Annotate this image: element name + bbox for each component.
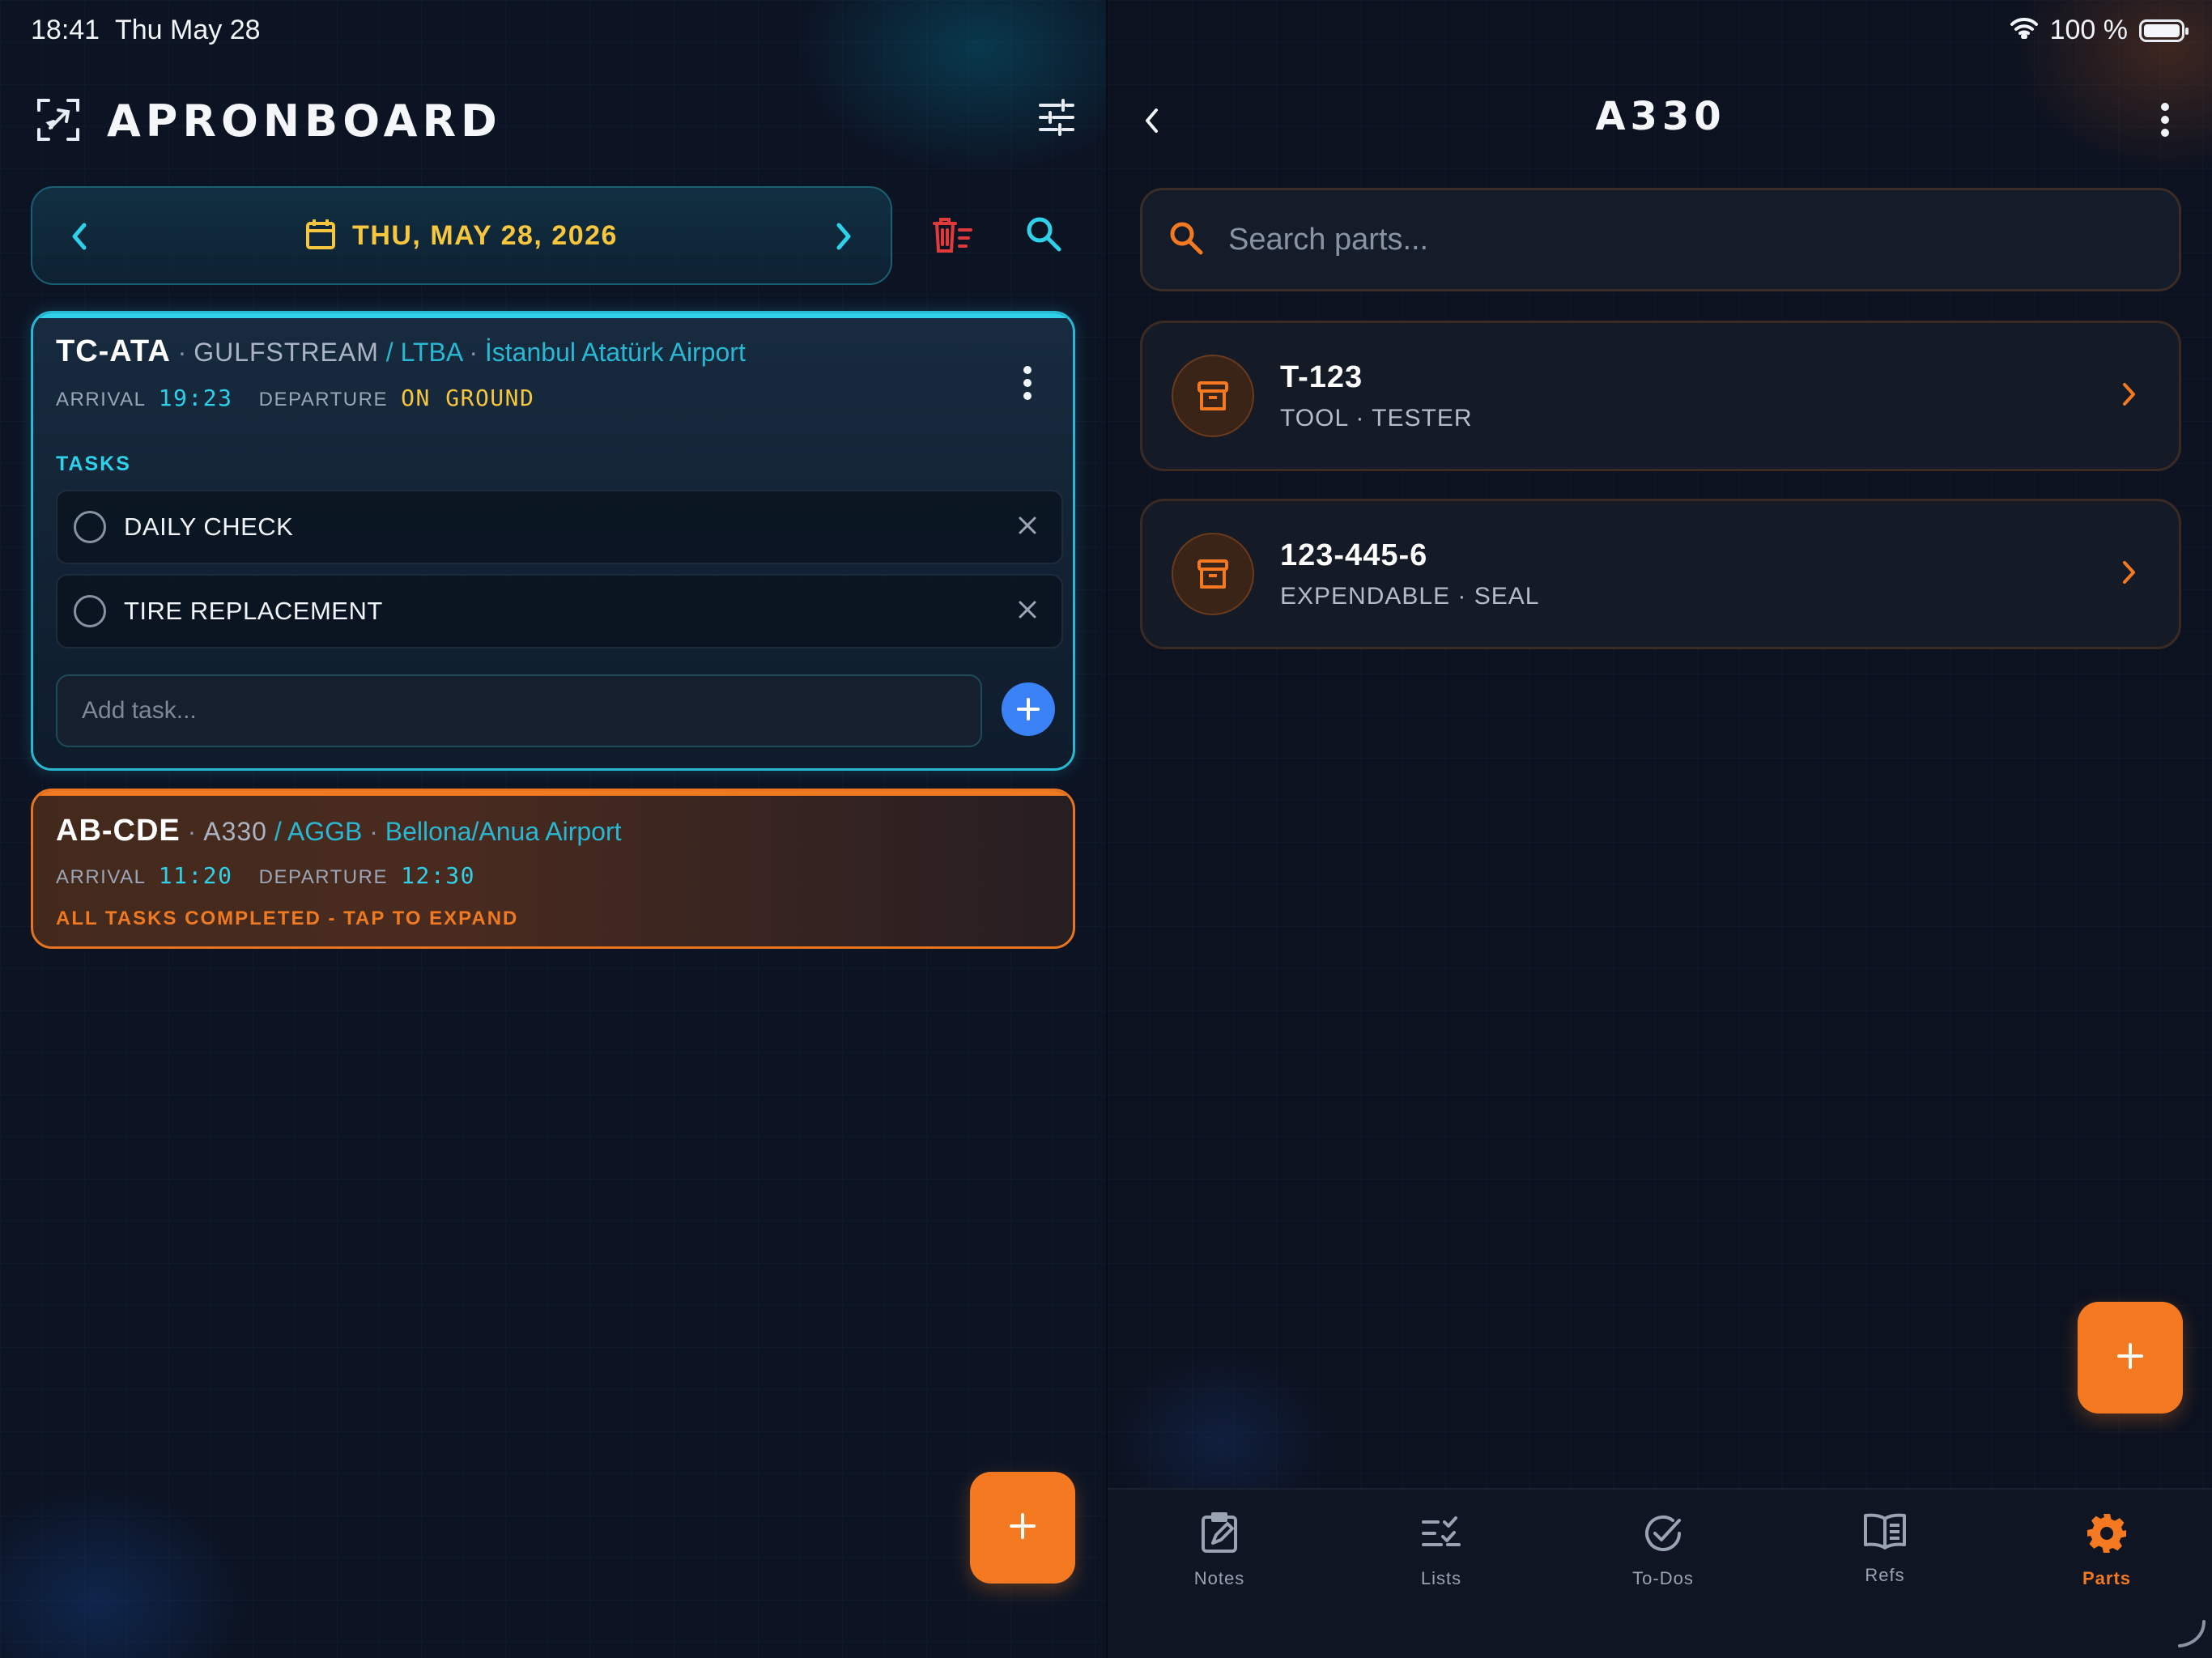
flight-registration: AB-CDE <box>56 814 181 848</box>
departure-time: 12:30 <box>401 862 475 889</box>
part-row[interactable]: 123-445-6 EXPENDABLE · SEAL <box>1140 499 2181 649</box>
tab-parts[interactable]: Parts <box>2034 1512 2180 1589</box>
lists-icon <box>1420 1516 1462 1558</box>
add-flight-button[interactable] <box>970 1472 1075 1584</box>
part-category: TOOL <box>1280 404 1349 432</box>
prev-date-chevron-icon[interactable] <box>68 220 91 257</box>
aircraft-title: A330 <box>1595 94 1726 139</box>
tab-todos[interactable]: To-Dos <box>1590 1512 1736 1589</box>
tab-label: To-Dos <box>1632 1568 1694 1588</box>
part-row[interactable]: T-123 TOOL · TESTER <box>1140 321 2181 471</box>
task-row: DAILY CHECK <box>56 490 1063 564</box>
gear-icon <box>2086 1514 2128 1558</box>
tab-label: Notes <box>1193 1568 1245 1588</box>
book-refs-icon <box>1862 1513 1908 1554</box>
tab-refs[interactable]: Refs <box>1812 1512 1958 1586</box>
part-subtype: SEAL <box>1474 582 1540 610</box>
add-part-button[interactable] <box>2078 1302 2183 1414</box>
status-bar-time: 18:41 Thu May 28 <box>31 15 261 46</box>
arrival-label: ARRIVAL <box>56 389 146 410</box>
part-text: 123-445-6 EXPENDABLE · SEAL <box>1280 538 2121 610</box>
aircraft-type: A330 <box>203 817 267 846</box>
tasks-completed-note: ALL TASKS COMPLETED - TAP TO EXPAND <box>56 908 519 929</box>
add-task-input[interactable] <box>56 674 982 747</box>
departure-status: ON GROUND <box>401 385 535 411</box>
part-number: 123-445-6 <box>1280 538 1428 572</box>
date-display[interactable]: THU, MAY 28, 2026 <box>305 218 618 254</box>
arrival-time: 11:20 <box>158 862 233 889</box>
task-label: DAILY CHECK <box>124 512 294 541</box>
status-time: 18:41 <box>31 15 100 45</box>
date-selector: THU, MAY 28, 2026 <box>31 186 892 285</box>
close-icon[interactable] <box>1018 516 1037 539</box>
search-icon[interactable] <box>1025 215 1062 257</box>
archive-box-icon <box>1172 533 1254 615</box>
task-checkbox[interactable] <box>74 595 106 627</box>
tasks-heading: TASKS <box>56 453 131 475</box>
add-task-button[interactable] <box>1002 682 1055 736</box>
app-title: APRONBOARD <box>107 96 502 147</box>
aircraft-type: GULFSTREAM <box>194 338 379 367</box>
flight-registration: TC-ATA <box>56 334 171 368</box>
tab-label: Refs <box>1865 1565 1905 1585</box>
tab-label: Lists <box>1420 1568 1462 1588</box>
archive-box-icon <box>1172 355 1254 437</box>
more-menu-icon[interactable] <box>1023 365 1032 405</box>
parts-search-box <box>1140 188 2181 291</box>
tab-notes[interactable]: Notes <box>1146 1512 1292 1589</box>
chevron-right-icon <box>2121 381 2137 411</box>
plus-icon <box>1008 1511 1037 1545</box>
flight-header: AB-CDE · A330 / AGGB · Bellona/Anua Airp… <box>56 814 622 848</box>
station-code: AGGB <box>287 817 363 846</box>
part-text: T-123 TOOL · TESTER <box>1280 360 2121 432</box>
close-icon[interactable] <box>1018 600 1037 623</box>
task-label: TIRE REPLACEMENT <box>124 597 383 625</box>
calendar-icon <box>305 218 336 254</box>
part-subtype: TESTER <box>1372 404 1473 432</box>
bottom-tab-bar: Notes Lists To-Dos Refs Parts <box>1108 1488 2212 1658</box>
flight-card-expanded[interactable]: TC-ATA · GULFSTREAM / LTBA · İstanbul At… <box>31 311 1075 771</box>
plane-logo-icon <box>36 97 81 147</box>
right-pane: 100 % A330 T-123 TOOL · TESTER <box>1106 0 2212 1658</box>
part-category: EXPENDABLE <box>1280 582 1451 610</box>
arrival-time: 19:23 <box>158 385 233 411</box>
wifi-icon <box>2010 15 2039 46</box>
departure-label: DEPARTURE <box>258 389 388 410</box>
battery-icon <box>2139 19 2189 42</box>
parts-search-input[interactable] <box>1227 221 2179 258</box>
status-date: Thu May 28 <box>115 15 261 45</box>
corner-arc-icon <box>2176 1618 2206 1652</box>
arrival-label: ARRIVAL <box>56 866 146 888</box>
airport-name: Bellona/Anua Airport <box>385 817 622 846</box>
filter-sliders-icon[interactable] <box>1038 99 1075 140</box>
plus-icon <box>2116 1341 2145 1375</box>
todos-icon <box>1642 1516 1684 1558</box>
tab-label: Parts <box>2082 1568 2132 1588</box>
more-menu-icon[interactable] <box>2160 102 2170 142</box>
part-meta: EXPENDABLE · SEAL <box>1280 582 1540 610</box>
task-row: TIRE REPLACEMENT <box>56 574 1063 648</box>
next-date-chevron-icon[interactable] <box>832 220 855 257</box>
battery-percent: 100 % <box>2049 15 2128 45</box>
date-label: THU, MAY 28, 2026 <box>352 219 618 251</box>
airport-name: İstanbul Atatürk Airport <box>484 338 746 367</box>
tab-lists[interactable]: Lists <box>1368 1512 1514 1589</box>
flight-card-collapsed[interactable]: AB-CDE · A330 / AGGB · Bellona/Anua Airp… <box>31 789 1075 949</box>
status-bar-right: 100 % <box>2010 15 2189 46</box>
station-code: LTBA <box>400 338 462 367</box>
flight-times: ARRIVAL 11:20 DEPARTURE 12:30 <box>56 862 495 889</box>
task-checkbox[interactable] <box>74 511 106 543</box>
notes-icon <box>1200 1512 1239 1558</box>
departure-label: DEPARTURE <box>258 866 388 888</box>
search-icon <box>1168 220 1204 260</box>
flight-header: TC-ATA · GULFSTREAM / LTBA · İstanbul At… <box>56 334 746 368</box>
flight-times: ARRIVAL 19:23 DEPARTURE ON GROUND <box>56 385 554 411</box>
delete-list-icon[interactable] <box>933 217 973 258</box>
part-number: T-123 <box>1280 359 1363 394</box>
part-meta: TOOL · TESTER <box>1280 404 1473 432</box>
left-pane: 18:41 Thu May 28 APRONBOARD THU, MAY 28,… <box>0 0 1106 1658</box>
chevron-right-icon <box>2121 559 2137 589</box>
